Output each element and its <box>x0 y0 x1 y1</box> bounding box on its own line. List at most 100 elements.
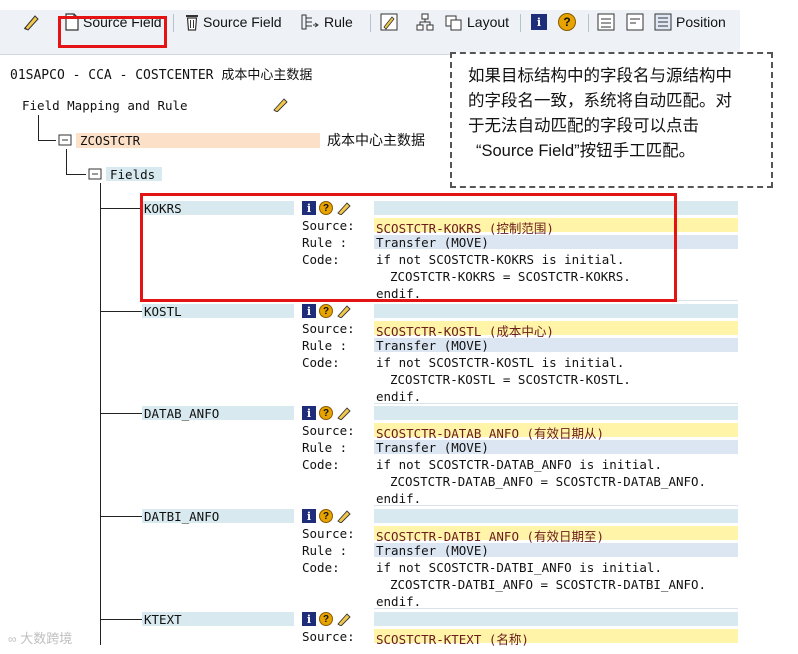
layout-label: Layout <box>467 14 510 30</box>
rule-button[interactable]: Rule <box>300 10 353 34</box>
toolbar-separator <box>370 14 371 32</box>
code-line: ZCOSTCTR-DATBI_ANFO = SCOSTCTR-DATBI_ANF… <box>390 577 707 592</box>
callout-line: “Source Field”按钮手工匹配。 <box>476 142 696 160</box>
help-icon[interactable]: ? <box>319 509 333 523</box>
hierarchy-button[interactable] <box>416 10 434 34</box>
field-header-bar <box>374 304 738 318</box>
layout-icon <box>445 15 462 31</box>
tree-connector <box>100 183 101 645</box>
highlight-box-toolbar <box>58 16 167 48</box>
position-icon <box>654 13 672 31</box>
layout-button[interactable]: Layout <box>445 10 509 34</box>
rule-value[interactable]: Transfer (MOVE) <box>376 440 489 455</box>
edit-rule-icon[interactable] <box>336 612 352 626</box>
callout-line: 于无法自动匹配的字段可以点击 <box>468 117 699 135</box>
row-divider <box>374 403 738 404</box>
callout-line: 的字段名一致，系统将自动匹配。对 <box>468 92 732 110</box>
info-icon[interactable]: i <box>302 509 316 523</box>
watermark-logo-icon: ∞ <box>8 632 17 646</box>
structure-folder-icon[interactable] <box>58 133 72 152</box>
rule-label: Rule : <box>302 338 348 353</box>
rule-label: Rule : <box>302 543 348 558</box>
code-line: endif. <box>376 594 422 609</box>
row-divider <box>374 608 738 609</box>
rule-value[interactable]: Transfer (MOVE) <box>376 543 489 558</box>
tree-connector <box>100 413 142 414</box>
tree-connector <box>66 149 67 175</box>
help-icon[interactable]: ? <box>319 406 333 420</box>
trash-icon <box>186 15 198 31</box>
change-mode-button[interactable] <box>22 10 42 34</box>
highlight-box-kokrs <box>140 193 677 302</box>
info-icon[interactable]: i <box>302 406 316 420</box>
field-name[interactable]: DATAB_ANFO <box>144 406 219 421</box>
code-line: endif. <box>376 389 422 404</box>
info-icon[interactable]: i <box>302 304 316 318</box>
code-line: if not SCOSTCTR-DATAB_ANFO is initial. <box>376 457 662 472</box>
structure-description: 成本中心主数据 <box>327 132 425 148</box>
source-value[interactable]: SCOSTCTR-KTEXT (名称) <box>376 629 529 648</box>
rule-value[interactable]: Transfer (MOVE) <box>376 338 489 353</box>
rule-label: Rule : <box>302 440 348 455</box>
expand-all-icon <box>597 13 615 31</box>
source-label: Source: <box>302 526 355 541</box>
help-icon[interactable]: ? <box>319 304 333 318</box>
rule-icon <box>301 14 319 30</box>
code-label: Code: <box>302 457 340 472</box>
tree-connector <box>100 516 142 517</box>
code-line: endif. <box>376 491 422 506</box>
field-name[interactable]: KTEXT <box>144 612 182 627</box>
help-icon[interactable]: ? <box>319 612 333 626</box>
field-header-bar <box>374 509 738 523</box>
tree-connector <box>38 115 39 141</box>
field-header-bar <box>374 612 738 626</box>
source-label: Source: <box>302 629 355 644</box>
edit-icon <box>380 13 398 31</box>
field-header-bar <box>374 406 738 420</box>
code-line: if not SCOSTCTR-KOSTL is initial. <box>376 355 625 370</box>
field-name[interactable]: KOSTL <box>144 304 182 319</box>
watermark-text: 大数跨境 <box>20 631 73 646</box>
edit-rule-icon[interactable] <box>336 304 352 318</box>
code-label: Code: <box>302 355 340 370</box>
info-icon: i <box>531 14 547 30</box>
hierarchy-icon <box>416 13 434 31</box>
info-button[interactable]: i <box>531 10 547 34</box>
tree-connector <box>100 311 142 312</box>
source-label: Source: <box>302 321 355 336</box>
field-icons: i ? <box>302 406 352 420</box>
tree-root-edit-icon[interactable] <box>272 96 290 117</box>
info-icon[interactable]: i <box>302 612 316 626</box>
code-line: ZCOSTCTR-KOSTL = SCOSTCTR-KOSTL. <box>390 372 631 387</box>
toolbar-separator <box>520 14 521 32</box>
row-divider <box>374 505 738 506</box>
help-button[interactable]: ? <box>558 10 576 34</box>
watermark: ∞ 大数跨境 <box>8 628 72 647</box>
code-label: Code: <box>302 560 340 575</box>
rule-label: Rule <box>324 14 353 30</box>
help-icon: ? <box>558 13 576 31</box>
toolbar-separator <box>173 14 174 32</box>
field-name[interactable]: DATBI_ANFO <box>144 509 219 524</box>
toolbar-separator <box>588 14 589 32</box>
edit-rule-icon[interactable] <box>336 406 352 420</box>
callout-note: 如果目标结构中的字段名与源结构中 的字段名一致，系统将自动匹配。对 于无法自动匹… <box>450 52 773 188</box>
tree-connector <box>100 208 142 209</box>
field-icons: i ? <box>302 509 352 523</box>
expand-button[interactable] <box>597 10 615 34</box>
field-icons: i ? <box>302 612 352 626</box>
tree-connector <box>38 140 56 141</box>
position-button[interactable]: Position <box>654 10 726 34</box>
edit-button[interactable] <box>380 10 398 34</box>
collapse-all-icon <box>626 13 644 31</box>
tree-connector <box>66 174 86 175</box>
edit-rule-icon[interactable] <box>336 509 352 523</box>
position-label: Position <box>676 14 726 30</box>
code-line: ZCOSTCTR-DATAB_ANFO = SCOSTCTR-DATAB_ANF… <box>390 474 707 489</box>
field-icons: i ? <box>302 304 352 318</box>
tree-root-label: Field Mapping and Rule <box>22 98 188 113</box>
callout-line: 如果目标结构中的字段名与源结构中 <box>468 67 732 85</box>
pencil-icon <box>24 15 39 31</box>
delete-source-field-button[interactable]: Source Field <box>185 10 282 34</box>
collapse-button[interactable] <box>626 10 644 34</box>
